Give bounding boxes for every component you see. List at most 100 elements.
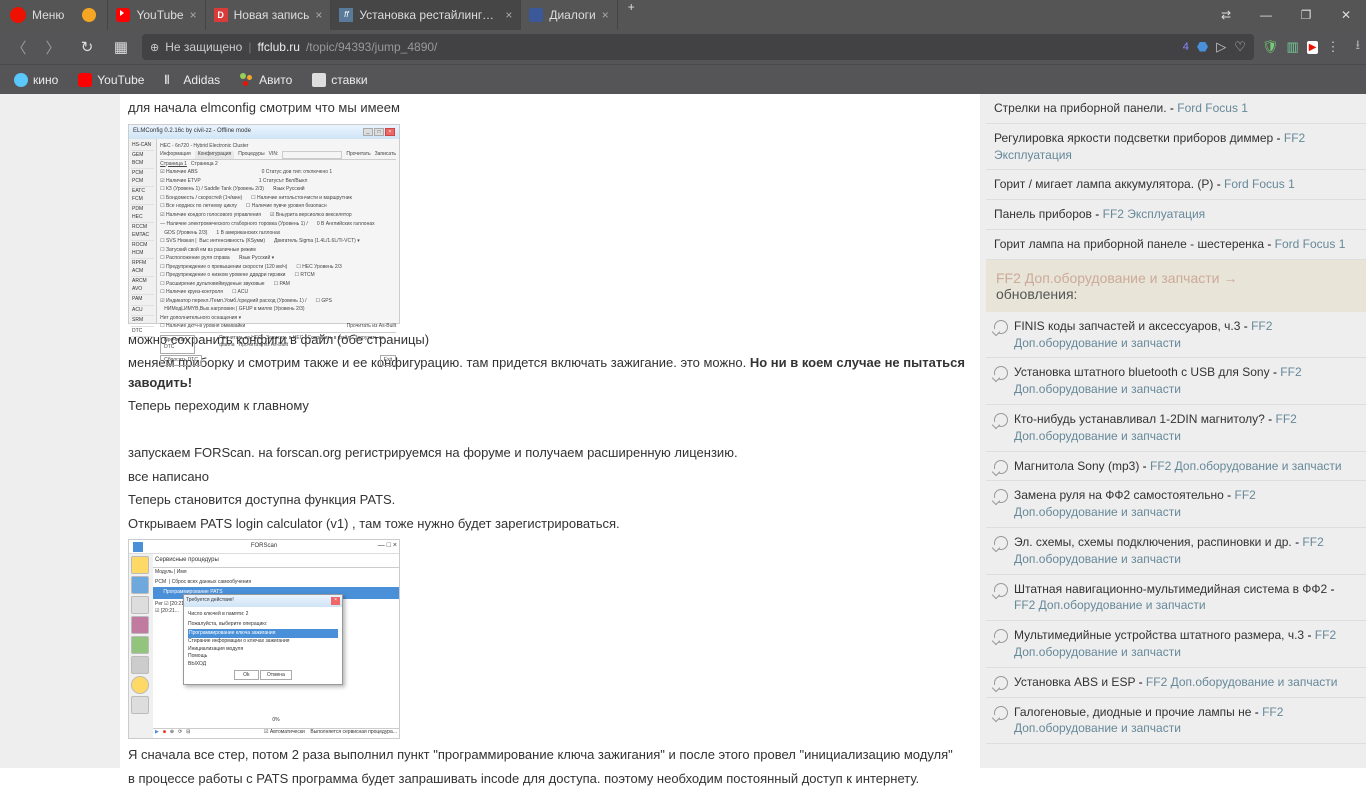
forum-update[interactable]: Магнитола Sony (mp3) - FF2 Доп.оборудова… <box>986 452 1366 482</box>
extension-savefrom-icon[interactable]: ▥ <box>1286 39 1298 55</box>
minimize-button[interactable]: — <box>1246 8 1286 22</box>
close-icon[interactable]: × <box>602 8 609 22</box>
dialog-option: Стирание информации о ключах зажигания <box>188 638 338 646</box>
adidas-icon: ⫴ <box>164 73 178 87</box>
url-input[interactable]: ⊕ Не защищено | ffclub.ru/topic/94393/ju… <box>142 34 1254 60</box>
comment-icon <box>994 676 1008 690</box>
shield-icon[interactable]: 🛡 <box>1262 39 1279 55</box>
sidebar-toggle-icon[interactable]: ⇄ <box>1206 8 1246 22</box>
reload-button[interactable]: ↻ <box>74 34 100 60</box>
section-subtitle: обновления: <box>996 286 1077 302</box>
url-domain: ffclub.ru <box>257 40 299 54</box>
new-tab-button[interactable]: + <box>618 0 645 30</box>
bookmark-avito[interactable]: Авито <box>232 65 300 94</box>
bookmark-label: Авито <box>259 73 292 87</box>
address-bar: 〈 〉 ↻ ▦ ⊕ Не защищено | ffclub.ru/topic/… <box>0 30 1366 64</box>
forum-update[interactable]: Кто-нибудь устанавливал 1-2DIN магнитолу… <box>986 405 1366 452</box>
bookmark-kino[interactable]: кино <box>6 65 66 94</box>
comment-icon <box>994 536 1008 550</box>
forum-update[interactable]: Галогеновые, диодные и прочие лампы не -… <box>986 698 1366 745</box>
dialog-text: Пожалуйста, выберите операцию: <box>188 621 338 629</box>
bookmark-youtube[interactable]: YouTube <box>70 65 152 94</box>
tab-favicon <box>82 8 96 22</box>
forscan-dialog: Требуется действие!× Число ключей в памя… <box>183 594 343 685</box>
close-icon[interactable]: × <box>505 8 512 22</box>
toolbar-extensions: 🛡 ▥ ▶ ⋮ ⭳ <box>1262 36 1360 58</box>
comment-icon <box>994 629 1008 643</box>
forum-update[interactable]: Установка ABS и ESP - FF2 Доп.оборудован… <box>986 668 1366 698</box>
tab-vk[interactable]: Диалоги × <box>521 0 617 30</box>
bookmark-label: ставки <box>331 73 367 87</box>
page-content: для начала elmconfig смотрим что мы имее… <box>0 94 1366 768</box>
vpn-icon[interactable]: ▷ <box>1216 39 1226 55</box>
related-topic[interactable]: Горит / мигает лампа аккумулятора. (P) -… <box>986 170 1366 200</box>
adblock-icon[interactable]: ⬣ <box>1197 39 1208 55</box>
avito-icon <box>240 73 254 87</box>
bookmark-heart-icon[interactable]: ♡ <box>1234 39 1246 55</box>
sidebar: Стрелки на приборной панели. - Ford Focu… <box>980 94 1366 768</box>
dialog-option: Инициализация модуля <box>188 646 338 654</box>
post-text: Открываем PATS login calculator (v1) , т… <box>128 514 972 534</box>
sidebar-section-header[interactable]: FF2 Доп.оборудование и запчасти → обновл… <box>986 260 1366 312</box>
post-text: Теперь становится доступна функция PATS. <box>128 490 972 510</box>
close-icon[interactable]: × <box>315 8 322 22</box>
app-title: FORScan <box>251 542 277 551</box>
forum-update[interactable]: FINIS коды запчастей и аксессуаров, ч.3 … <box>986 312 1366 359</box>
close-icon: × <box>331 597 340 605</box>
close-icon[interactable]: × <box>190 8 197 22</box>
dialog-option-selected: Программирование ключа зажигания <box>188 629 338 639</box>
file-icon <box>312 73 326 87</box>
gear-icon <box>131 656 149 674</box>
opera-menu-button[interactable]: Меню <box>0 0 74 30</box>
tool-icon <box>131 616 149 634</box>
downloads-icon[interactable]: ⭳ <box>1355 36 1360 58</box>
opera-logo-icon <box>10 7 26 23</box>
related-topic[interactable]: Стрелки на приборной панели. - Ford Focu… <box>986 94 1366 124</box>
related-topics-list: Стрелки на приборной панели. - Ford Focu… <box>986 94 1366 260</box>
tab-0[interactable] <box>74 0 108 30</box>
comment-icon <box>994 320 1008 334</box>
screenshot-elmconfig[interactable]: ELMConfig 0.2.16c by civil-zz - Offline … <box>128 124 400 324</box>
related-topic[interactable]: Панель приборов - FF2 Эксплуатация <box>986 200 1366 230</box>
browser-titlebar: Меню YouTube × D Новая запись × ff Устан… <box>0 0 1366 30</box>
panel-title: Сервисные процедуры <box>155 557 219 563</box>
back-button[interactable]: 〈 <box>6 34 32 60</box>
related-topic[interactable]: Горит лампа на приборной панеле - шестер… <box>986 230 1366 260</box>
bookmark-adidas[interactable]: ⫴ Adidas <box>156 65 228 94</box>
comment-icon <box>994 583 1008 597</box>
cancel-button: Отмена <box>260 670 292 680</box>
forum-update[interactable]: Замена руля на ФФ2 самостоятельно - FF2 … <box>986 481 1366 528</box>
tab-title: Новая запись <box>234 8 310 22</box>
speed-dial-button[interactable]: ▦ <box>108 34 134 60</box>
forum-update[interactable]: Установка штатного bluetooth с USB для S… <box>986 358 1366 405</box>
forum-update[interactable]: Мультимедийные устройства штатного разме… <box>986 621 1366 668</box>
app-icon <box>133 542 143 552</box>
tab-ffclub[interactable]: ff Установка рестайлингово × <box>331 0 521 30</box>
related-topic[interactable]: Регулировка яркости подсветки приборов д… <box>986 124 1366 171</box>
screenshot-forscan[interactable]: FORScan— □ × Сервисные процедуры Модуль … <box>128 539 400 739</box>
tab-youtube[interactable]: YouTube × <box>108 0 205 30</box>
more-extensions-icon[interactable]: ⋮ <box>1326 39 1339 55</box>
tool-icon <box>131 696 149 714</box>
maximize-button[interactable]: ❐ <box>1286 8 1326 22</box>
tool-icon <box>131 576 149 594</box>
forward-button: 〉 <box>40 34 66 60</box>
post-body: для начала elmconfig смотрим что мы имее… <box>120 94 980 768</box>
bookmark-stavki[interactable]: ставки <box>304 65 375 94</box>
extension-youtube-icon[interactable]: ▶ <box>1307 41 1319 54</box>
tool-icon <box>131 676 149 694</box>
section-link[interactable]: FF2 Доп.оборудование и запчасти <box>996 270 1220 286</box>
tab-drive2[interactable]: D Новая запись × <box>206 0 332 30</box>
youtube-icon <box>78 73 92 87</box>
close-window-button[interactable]: ✕ <box>1326 8 1366 22</box>
bookmark-label: Adidas <box>183 73 220 87</box>
dialog-option: ВЫХОД <box>188 661 338 669</box>
comment-icon <box>994 413 1008 427</box>
post-text: для начала elmconfig смотрим что мы имее… <box>128 98 972 118</box>
bookmark-label: кино <box>33 73 58 87</box>
forum-update[interactable]: Эл. схемы, схемы подключения, распиновки… <box>986 528 1366 575</box>
ok-button: Ok <box>234 670 258 680</box>
tool-icon <box>131 636 149 654</box>
dialog-option: Помощь <box>188 653 338 661</box>
forum-update[interactable]: Штатная навигационно-мультимедийная сист… <box>986 575 1366 622</box>
